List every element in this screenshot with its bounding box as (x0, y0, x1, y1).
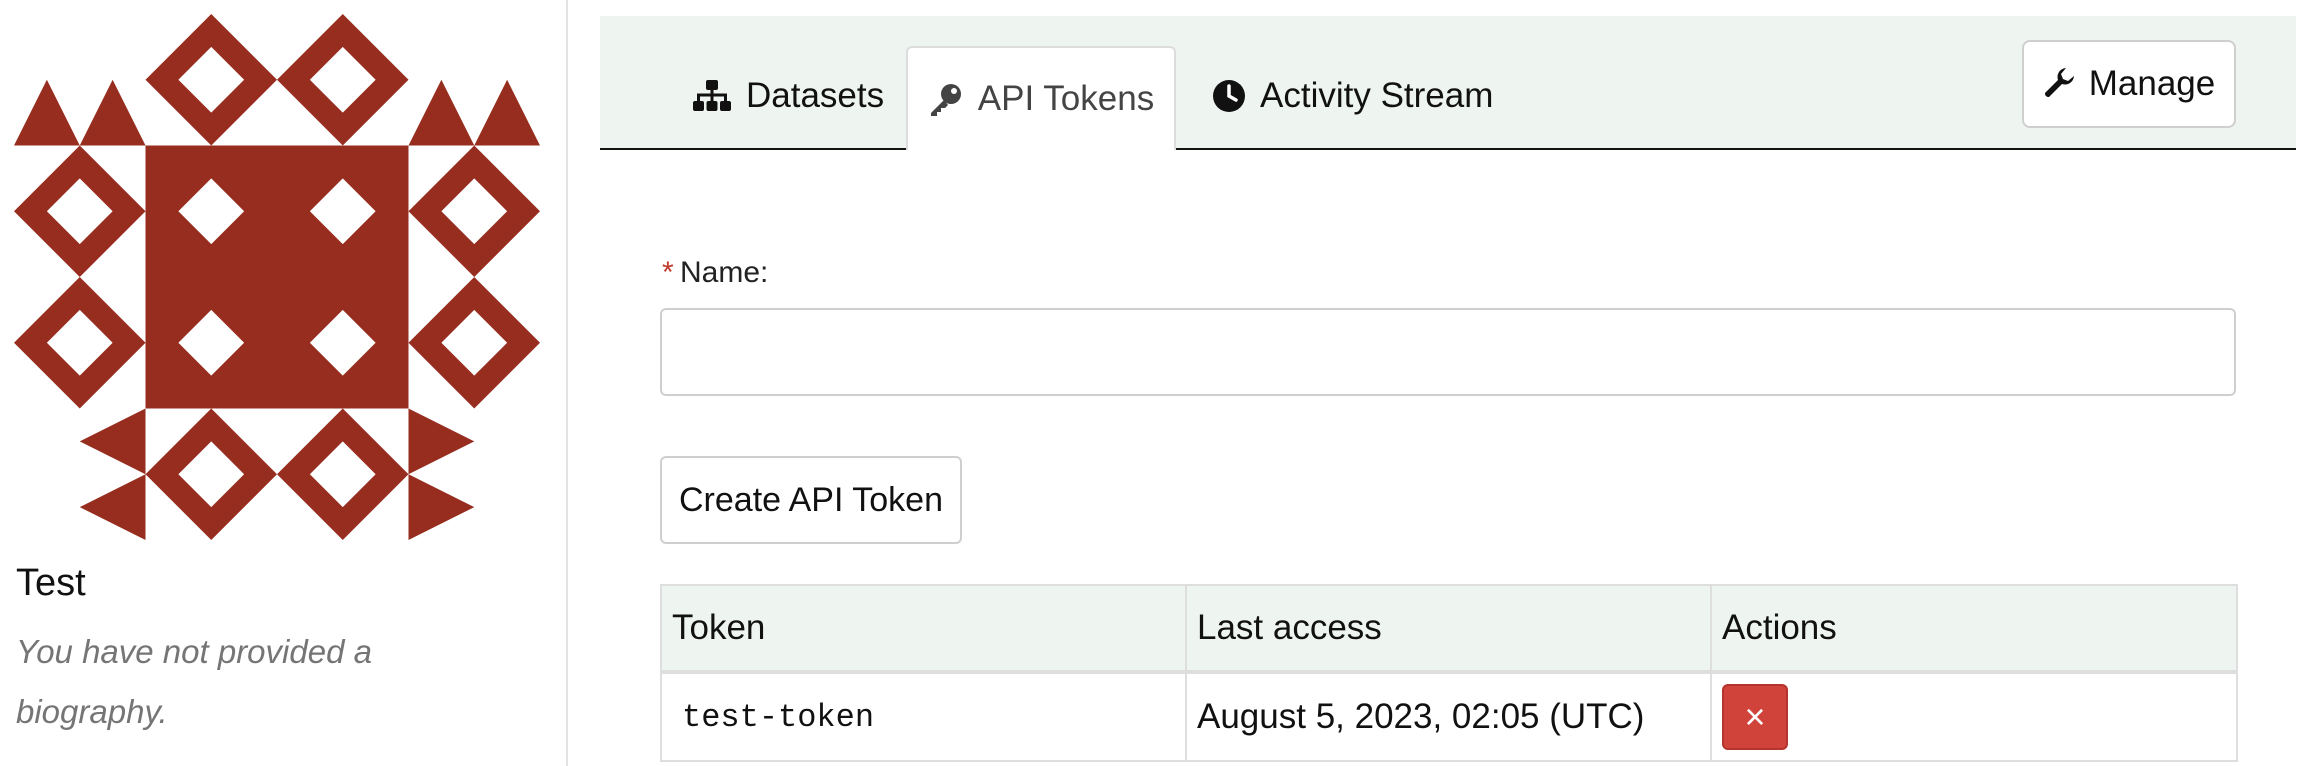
tab-label: Activity Stream (1260, 76, 1494, 115)
tabs-divider (1176, 148, 2296, 150)
token-last-access: August 5, 2023, 02:05 (UTC) (1185, 671, 1712, 762)
tokens-table: Token Last access Actions test-token Aug… (660, 584, 2238, 762)
sitemap-icon (693, 80, 731, 111)
create-api-token-button[interactable]: Create API Token (660, 456, 962, 544)
column-header-actions: Actions (1710, 584, 2238, 674)
manage-label: Manage (2088, 64, 2216, 103)
column-header-last-access: Last access (1185, 584, 1712, 674)
table-row: test-token August 5, 2023, 02:05 (UTC) × (660, 671, 2238, 762)
tab-api-tokens[interactable]: API Tokens (906, 46, 1176, 150)
key-icon (930, 84, 961, 116)
tab-datasets[interactable]: Datasets (692, 76, 884, 116)
clock-icon (1213, 80, 1245, 112)
tab-label: Datasets (746, 76, 885, 115)
close-icon: × (1744, 696, 1766, 737)
wrench-icon (2044, 68, 2074, 98)
name-label: Name: (680, 256, 769, 289)
user-sidebar: Test You have not provided a biography. (0, 0, 568, 766)
user-name: Test (16, 562, 86, 604)
user-biography: You have not provided a biography. (16, 633, 372, 730)
user-avatar (14, 14, 540, 540)
revoke-token-button[interactable]: × (1722, 684, 1788, 750)
name-input[interactable] (660, 308, 2236, 396)
tab-label: API Tokens (977, 79, 1155, 118)
column-header-token: Token (660, 584, 1187, 674)
tabs-divider (600, 148, 906, 150)
tab-activity-stream[interactable]: Activity Stream (1212, 76, 1493, 116)
token-actions: × (1710, 671, 2238, 762)
token-name: test-token (660, 671, 1187, 762)
required-indicator: * (662, 256, 674, 289)
manage-button[interactable]: Manage (2022, 40, 2236, 128)
table-header-row: Token Last access Actions (660, 584, 2238, 674)
